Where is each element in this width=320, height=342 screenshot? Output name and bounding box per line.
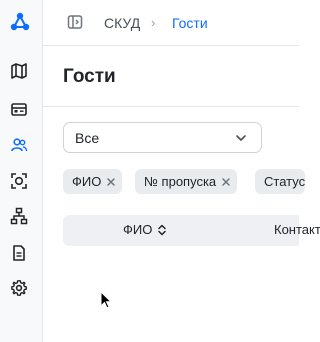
sidebar-toggle-icon[interactable] <box>67 14 83 30</box>
sidebar-item-reports[interactable] <box>10 244 28 262</box>
sidebar-item-structure[interactable] <box>10 207 28 225</box>
document-icon <box>13 245 25 261</box>
close-icon[interactable] <box>221 177 231 187</box>
close-icon[interactable] <box>106 177 116 187</box>
column-header-label: Контакты <box>274 222 320 237</box>
sidebar-item-map[interactable] <box>10 62 28 80</box>
table-header: ФИО Контакты <box>63 215 320 246</box>
chevron-down-icon <box>236 135 246 141</box>
chip-label: Статус <box>264 174 306 189</box>
sidebar-item-guests[interactable] <box>10 136 28 154</box>
mouse-cursor-icon <box>100 291 112 309</box>
users-icon <box>11 138 28 152</box>
sidebar-item-passes[interactable] <box>10 100 28 118</box>
page-title: Гости <box>63 66 116 87</box>
chip-label: ФИО <box>72 174 102 189</box>
column-chip-pass-number[interactable]: № пропуска <box>135 169 238 194</box>
breadcrumb-separator: › <box>151 15 156 30</box>
sort-icon[interactable] <box>158 224 167 236</box>
map-icon <box>11 63 27 79</box>
settings-icon <box>11 280 27 296</box>
chip-label: № пропуска <box>144 174 217 189</box>
sidebar <box>0 0 43 342</box>
column-header-contacts[interactable]: Контакты <box>274 222 320 237</box>
app-window: СКУД › Гости Гости Все ФИО № пропуска Ст… <box>0 0 320 342</box>
breadcrumb-current[interactable]: Гости <box>172 15 208 31</box>
id-card-icon <box>11 103 27 116</box>
sidebar-item-face-scan[interactable] <box>10 172 28 190</box>
column-chip-fio[interactable]: ФИО <box>63 169 123 194</box>
column-header-label: ФИО <box>123 222 153 237</box>
breadcrumb-root[interactable]: СКУД <box>104 15 140 31</box>
sidebar-item-settings[interactable] <box>10 279 28 297</box>
network-icon <box>10 207 28 225</box>
scan-face-icon <box>11 173 27 189</box>
column-header-fio[interactable]: ФИО <box>123 222 167 237</box>
column-chip-status[interactable]: Статус <box>255 169 306 194</box>
status-filter-select[interactable]: Все <box>63 122 262 153</box>
top-bar: СКУД › Гости <box>43 0 299 46</box>
logo-icon[interactable] <box>9 11 31 33</box>
select-value: Все <box>75 130 100 146</box>
title-row: Гости <box>43 47 299 107</box>
